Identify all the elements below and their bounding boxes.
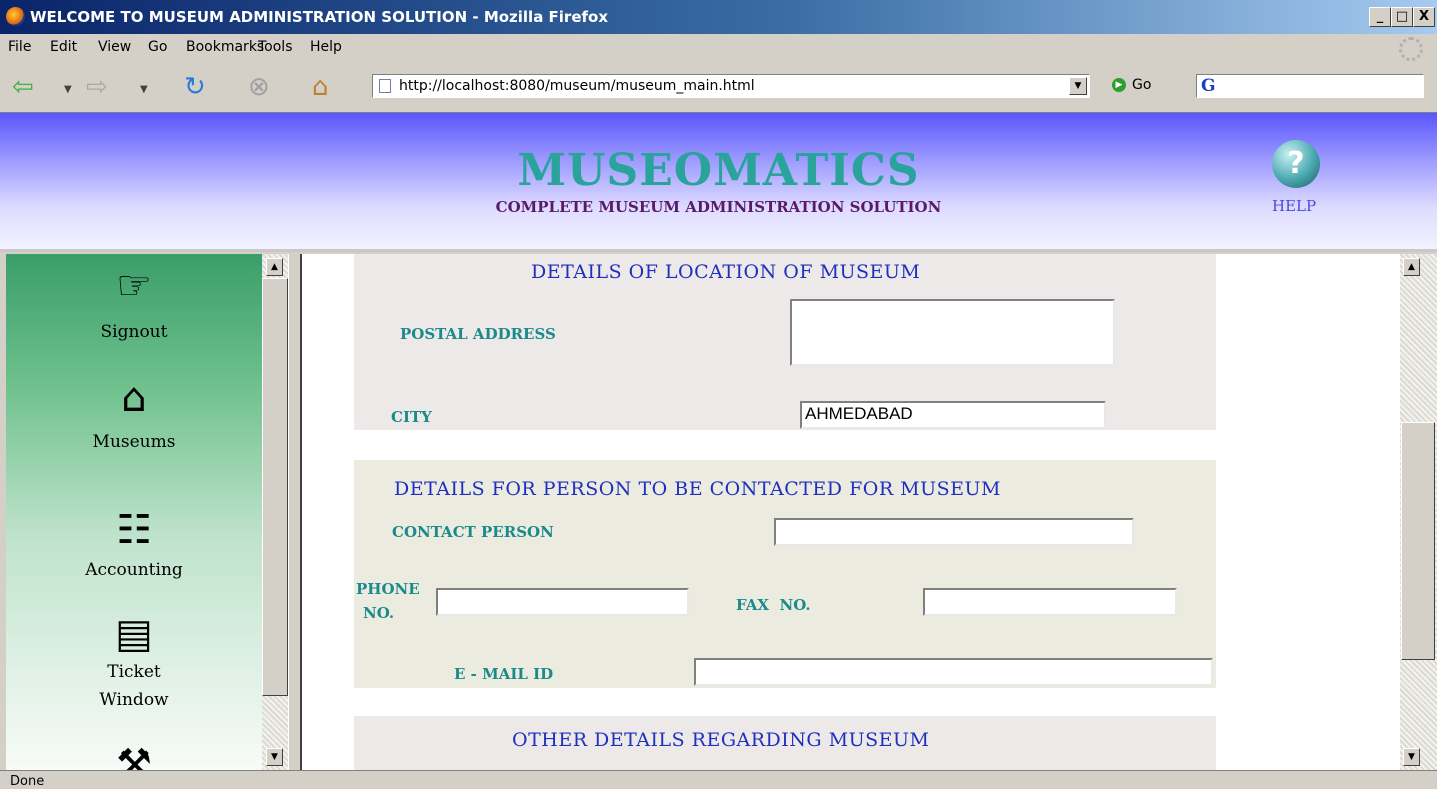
sidebar-item-window[interactable]: Window (6, 686, 262, 714)
help-link[interactable]: HELP (1272, 197, 1328, 215)
help-icon[interactable]: ? (1272, 140, 1320, 188)
search-box[interactable]: G (1196, 74, 1424, 98)
sidebar-item-accounting[interactable]: Accounting (6, 556, 262, 584)
sidebar-scrollbar[interactable]: ▲ ▼ (262, 254, 288, 770)
menu-bar: File Edit View Go Bookmarks Tools Help (0, 34, 1437, 63)
minimize-button[interactable]: _ (1369, 7, 1391, 27)
firefox-logo-icon (6, 7, 25, 26)
location-heading: DETAILS OF LOCATION OF MUSEUM (531, 261, 921, 283)
go-button[interactable]: ▶ Go (1112, 77, 1151, 93)
phone-label-no: NO. (363, 604, 395, 622)
back-arrow-icon[interactable]: ⇦ (12, 72, 34, 102)
content-scroll-down-icon[interactable]: ▼ (1403, 748, 1420, 766)
city-label: CITY (391, 408, 432, 426)
ticket-window-icon[interactable]: ▤ (106, 606, 162, 662)
postal-address-field[interactable] (790, 299, 1115, 366)
contact-person-field[interactable] (774, 518, 1134, 546)
content-scroll-up-icon[interactable]: ▲ (1403, 258, 1420, 276)
close-button[interactable]: X (1413, 7, 1435, 27)
other-details-section: OTHER DETAILS REGARDING MUSEUM (354, 716, 1216, 770)
contact-section: DETAILS FOR PERSON TO BE CONTACTED FOR M… (354, 460, 1216, 688)
postal-address-label: POSTAL ADDRESS (400, 325, 556, 343)
frame-divider[interactable] (288, 254, 302, 770)
stop-icon[interactable]: ⊗ (248, 72, 270, 102)
sidebar-scroll-thumb[interactable] (262, 278, 288, 696)
fax-field[interactable] (923, 588, 1177, 616)
house-icon[interactable]: ⌂ (106, 370, 162, 426)
email-label: E - MAIL ID (454, 665, 554, 683)
wrench-icon[interactable]: ⚒ (106, 736, 162, 770)
email-field[interactable] (694, 658, 1213, 686)
phone-field[interactable] (436, 588, 689, 616)
go-arrow-icon: ▶ (1112, 78, 1126, 92)
forward-arrow-icon[interactable]: ⇨ (86, 72, 108, 102)
menu-bookmarks[interactable]: Bookmarks (186, 39, 264, 55)
menu-file[interactable]: File (8, 39, 31, 55)
address-url: http://localhost:8080/museum/museum_main… (399, 78, 755, 94)
menu-go[interactable]: Go (148, 39, 167, 55)
contact-person-label: CONTACT PERSON (392, 523, 554, 541)
status-text: Done (10, 774, 45, 789)
status-bar: Done (0, 770, 1437, 789)
forward-dropdown-icon[interactable]: ▼ (140, 84, 148, 95)
sidebar-item-ticket[interactable]: Ticket (6, 658, 262, 686)
brand-subtitle: COMPLETE MUSEUM ADMINISTRATION SOLUTION (495, 198, 942, 216)
content-scroll-thumb[interactable] (1401, 422, 1435, 660)
go-label: Go (1132, 77, 1152, 93)
city-field[interactable]: AHMEDABAD (800, 401, 1106, 429)
maximize-button[interactable]: □ (1391, 7, 1413, 27)
brand-title: MUSEOMATICS (517, 145, 920, 196)
throbber-icon (1399, 37, 1423, 61)
address-dropdown-icon[interactable]: ▼ (1069, 77, 1087, 95)
menu-help[interactable]: Help (310, 39, 342, 55)
address-bar[interactable]: http://localhost:8080/museum/museum_main… (372, 74, 1090, 98)
menu-view[interactable]: View (98, 39, 131, 55)
sidebar-scroll-down-icon[interactable]: ▼ (266, 748, 283, 766)
pointing-hand-icon[interactable]: ☞ (106, 258, 162, 314)
sidebar-item-signout[interactable]: Signout (6, 318, 262, 346)
sidebar-item-museums[interactable]: Museums (6, 428, 262, 456)
content-frame: DETAILS OF LOCATION OF MUSEUM POSTAL ADD… (302, 254, 1400, 770)
header-banner: MUSEOMATICS COMPLETE MUSEUM ADMINISTRATI… (0, 113, 1437, 252)
home-icon[interactable]: ⌂ (312, 72, 329, 102)
reload-icon[interactable]: ↻ (184, 72, 206, 102)
google-logo-icon: G (1201, 76, 1216, 96)
page-icon (379, 79, 391, 93)
window-title: WELCOME TO MUSEUM ADMINISTRATION SOLUTIO… (30, 8, 609, 26)
menu-edit[interactable]: Edit (50, 39, 77, 55)
sidebar-frame: ☞ Signout ⌂ Museums ☷ Accounting ▤ Ticke… (6, 254, 262, 770)
window-title-bar[interactable]: WELCOME TO MUSEUM ADMINISTRATION SOLUTIO… (0, 0, 1437, 34)
sidebar-scroll-up-icon[interactable]: ▲ (266, 258, 283, 276)
back-dropdown-icon[interactable]: ▼ (64, 84, 72, 95)
menu-tools[interactable]: Tools (258, 39, 293, 55)
other-details-heading: OTHER DETAILS REGARDING MUSEUM (512, 729, 930, 751)
content-scrollbar[interactable]: ▲ ▼ (1400, 254, 1437, 770)
location-section: DETAILS OF LOCATION OF MUSEUM POSTAL ADD… (354, 254, 1216, 430)
contact-heading: DETAILS FOR PERSON TO BE CONTACTED FOR M… (394, 478, 1001, 500)
chart-icon[interactable]: ☷ (106, 502, 162, 558)
phone-label: PHONE (356, 580, 420, 598)
fax-label: FAX NO. (736, 596, 811, 614)
navigation-toolbar: ⇦ ▼ ⇨ ▼ ↻ ⊗ ⌂ http://localhost:8080/muse… (0, 62, 1437, 113)
